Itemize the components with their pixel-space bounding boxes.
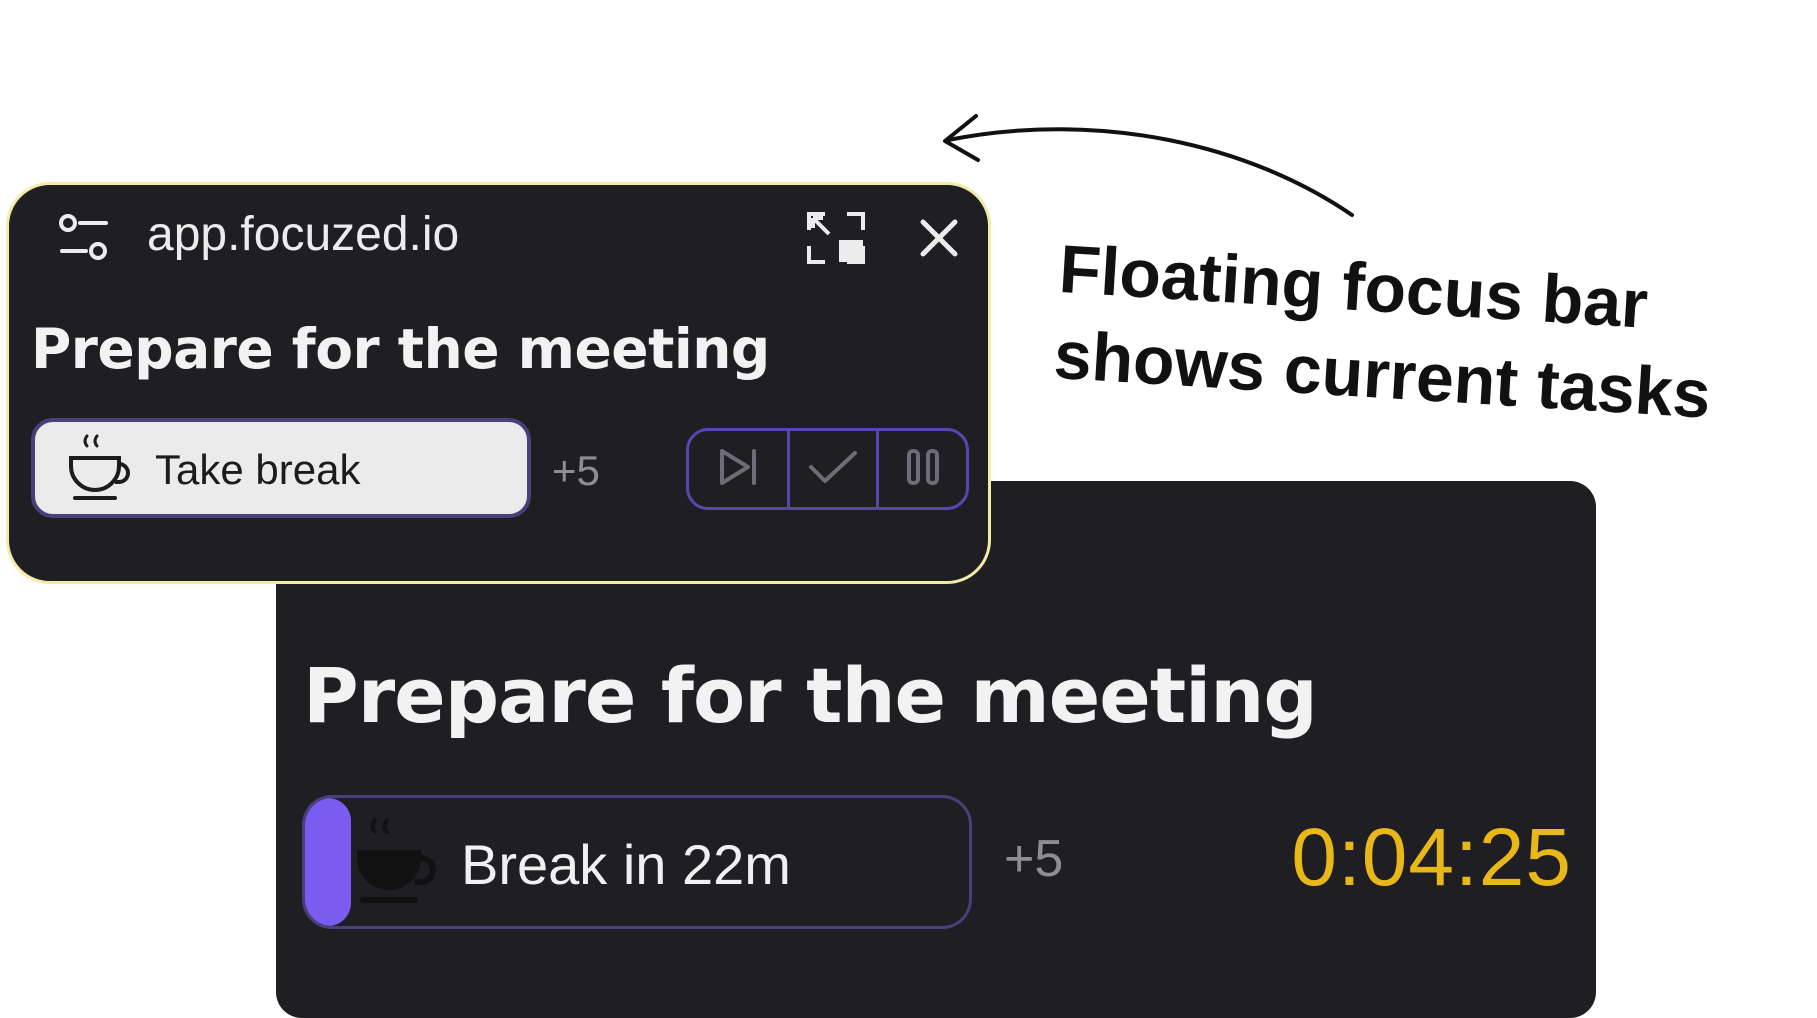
focus-timer: 0:04:25 [1291, 812, 1572, 903]
take-break-label: Take break [155, 446, 361, 493]
main-task-title: Prepare for the meeting [303, 651, 1318, 740]
skip-button[interactable] [689, 431, 790, 507]
extra-tasks-count[interactable]: +5 [1004, 829, 1063, 889]
coffee-cup-icon [349, 812, 445, 917]
skip-next-icon [714, 445, 762, 494]
pause-button[interactable] [879, 431, 966, 507]
break-progress-fill [305, 798, 352, 926]
floating-task-title: Prepare for the meeting [31, 317, 770, 381]
check-icon [807, 447, 859, 492]
extra-tasks-count[interactable]: +5 [552, 447, 600, 495]
break-countdown-label: Break in 22m [461, 833, 791, 896]
complete-task-button[interactable] [790, 431, 879, 507]
break-progress-pill[interactable]: Break in 22m [302, 795, 972, 929]
pause-icon [903, 445, 943, 494]
take-break-button[interactable]: Take break [31, 418, 531, 518]
coffee-cup-icon [65, 430, 139, 509]
task-controls [686, 428, 969, 510]
